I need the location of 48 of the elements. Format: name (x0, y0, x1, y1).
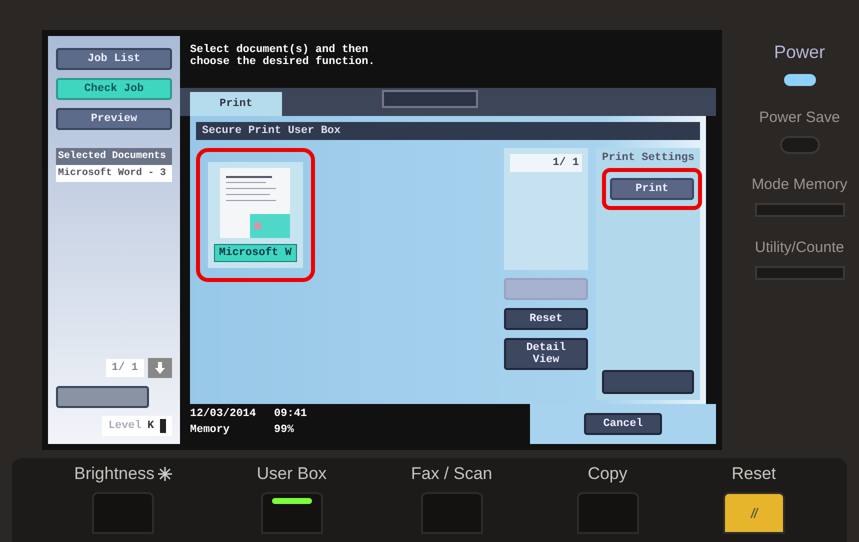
key-label: Reset (732, 464, 776, 484)
slash-icon (748, 507, 759, 519)
panel-key[interactable] (722, 492, 785, 534)
key-label: Fax / Scan (410, 464, 492, 484)
sidebar-button[interactable]: Job List (56, 48, 172, 70)
details-button[interactable] (602, 370, 694, 394)
time-text: 09:41 (274, 408, 308, 422)
action-button[interactable]: Reset (504, 308, 588, 330)
key-label: Brightness (74, 464, 172, 484)
power-indicator-icon (782, 73, 816, 87)
page-counter: 1/ 1 (510, 154, 582, 172)
toner-level-label: Level (108, 420, 142, 432)
date-text: 12/03/2014 (190, 408, 256, 422)
key-label: Copy (588, 464, 628, 484)
panel-key[interactable] (260, 492, 323, 534)
cancel-button[interactable]: Cancel (584, 413, 662, 435)
toner-label: K (147, 420, 154, 432)
document-preview-drawing (220, 168, 290, 238)
power-label: Power (774, 42, 826, 63)
utility-counter-key[interactable] (754, 266, 844, 280)
mode-memory-key[interactable] (754, 203, 844, 217)
instruction-message: Select document(s) and then choose the desired function. (189, 43, 376, 70)
sidebar-button[interactable]: Preview (56, 108, 172, 130)
sidebar-button[interactable]: Check Job (56, 78, 172, 100)
sun-icon (158, 467, 172, 481)
print-settings-heading: Print Settings (602, 152, 694, 164)
sidebar-button[interactable] (56, 386, 149, 408)
power-save-key[interactable] (780, 136, 820, 154)
page-counter: 1/ 1 (106, 359, 144, 377)
memory-value: 99% (274, 424, 295, 438)
key-label: User Box (256, 464, 327, 484)
action-button[interactable]: Detail View (504, 338, 588, 370)
box-title-bar: Secure Print User Box (196, 122, 700, 140)
document-thumbnail[interactable]: Microsoft W (208, 162, 303, 268)
memory-label: Memory (190, 424, 231, 438)
indicator-light-icon (272, 498, 312, 504)
scroll-down-button[interactable] (148, 358, 172, 378)
selected-documents-heading: Selected Documents (56, 148, 172, 165)
toner-gauge-icon (160, 419, 166, 433)
mode-memory-label: Mode Memory (752, 176, 848, 193)
document-name: Microsoft W (214, 244, 297, 262)
power-save-label: Power Save (759, 109, 840, 126)
tab[interactable] (382, 90, 478, 108)
utility-counter-label: Utility/Counte (754, 239, 844, 256)
tab[interactable]: Print (190, 92, 282, 116)
selected-document-item[interactable]: Microsoft Word - 3 (56, 165, 172, 182)
print-button[interactable]: Print (610, 178, 694, 200)
down-arrow-icon (155, 362, 165, 374)
